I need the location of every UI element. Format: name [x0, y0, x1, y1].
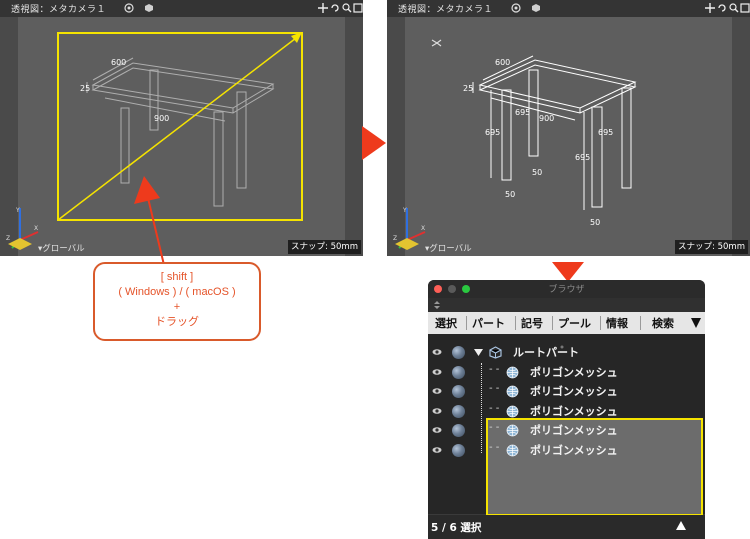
- right-arrow-icon: [362, 126, 386, 160]
- tree-row[interactable]: - - ポリゴンメッシュ: [428, 382, 705, 402]
- callout-line: [ shift ]: [160, 271, 194, 283]
- callout-line: +: [173, 301, 181, 313]
- browser-tabs: 選択 パート 記号 プール 情報 検索: [428, 312, 705, 334]
- eye-icon[interactable]: [432, 406, 442, 416]
- shift-drag-callout: [ shift ] ( Windows ) / ( macOS ) + ドラッグ: [93, 262, 261, 341]
- dim-label: 50: [532, 168, 543, 177]
- sphere-icon[interactable]: [452, 366, 465, 379]
- dim-label: 25: [463, 84, 474, 93]
- up-arrow-icon: [134, 176, 165, 266]
- tab-search[interactable]: 検索: [652, 315, 674, 332]
- sphere-icon[interactable]: [452, 385, 465, 398]
- dim-label: 695: [485, 128, 501, 137]
- selection-count: 5 / 6 選択: [431, 522, 482, 534]
- snap-status: スナップ: 50mm: [288, 240, 361, 254]
- coordinate-mode[interactable]: ▾グローバル: [425, 242, 472, 254]
- tree-connector: - -: [489, 403, 500, 414]
- tab-symbol[interactable]: 記号: [521, 315, 543, 332]
- scroll-indicator: [558, 334, 566, 349]
- tree-connector: - -: [489, 422, 500, 433]
- polygon-mesh-icon: [506, 424, 519, 437]
- dim-label: 600: [111, 58, 127, 67]
- svg-text:X: X: [34, 225, 38, 232]
- tree-row[interactable]: - - ポリゴンメッシュ: [428, 421, 705, 441]
- sphere-icon[interactable]: [452, 424, 465, 437]
- polygon-mesh-icon: [506, 444, 519, 457]
- axis-gizmo-icon: Y X Z: [6, 207, 39, 250]
- tab-separator: [466, 316, 467, 330]
- tree-connector: - -: [489, 442, 500, 453]
- tab-pool[interactable]: プール: [558, 315, 591, 332]
- eye-icon[interactable]: [432, 386, 442, 396]
- root-part-label: ルートパート: [513, 346, 579, 359]
- sphere-icon[interactable]: [452, 405, 465, 418]
- tree-connector: - -: [489, 383, 500, 394]
- tab-separator: [515, 316, 516, 330]
- dim-label: 50: [505, 190, 516, 199]
- viewport-left[interactable]: 透視図：メタカメラ１ 600 25 900 Y X Z ▾グローバル スナップ:…: [0, 0, 363, 256]
- eye-icon[interactable]: [432, 347, 442, 357]
- tab-select[interactable]: 選択: [435, 315, 457, 332]
- dim-label: 695: [515, 108, 531, 117]
- tab-separator: [640, 316, 641, 330]
- dim-label: 695: [598, 128, 614, 137]
- browser-titlebar: ブラウザ: [428, 280, 705, 298]
- tab-separator: [600, 316, 601, 330]
- triangle-down-icon[interactable]: [690, 316, 702, 330]
- mesh-label: ポリゴンメッシュ: [530, 424, 618, 437]
- mesh-label: ポリゴンメッシュ: [530, 444, 618, 457]
- tab-info[interactable]: 情報: [606, 315, 628, 332]
- table-wireframe-selected: [431, 39, 637, 210]
- tree-row[interactable]: - - ポリゴンメッシュ: [428, 441, 705, 461]
- svg-text:X: X: [421, 225, 425, 232]
- dim-label: 600: [495, 58, 511, 67]
- eye-icon[interactable]: [432, 445, 442, 455]
- polygon-mesh-icon: [506, 405, 519, 418]
- mesh-label: ポリゴンメッシュ: [530, 405, 618, 418]
- tree-guide: [481, 363, 483, 453]
- coordinate-mode[interactable]: ▾グローバル: [38, 242, 85, 254]
- tab-separator: [552, 316, 553, 330]
- tree-row-root[interactable]: ルートパート: [428, 343, 705, 363]
- svg-text:Y: Y: [402, 207, 407, 214]
- dim-label: 695: [575, 153, 591, 162]
- svg-text:Z: Z: [6, 235, 10, 242]
- mesh-label: ポリゴンメッシュ: [530, 366, 618, 379]
- triangle-up-icon[interactable]: [675, 520, 687, 531]
- tab-part[interactable]: パート: [472, 315, 505, 332]
- tree-row[interactable]: - - ポリゴンメッシュ: [428, 363, 705, 383]
- dim-label: 50: [590, 218, 601, 227]
- part-icon: [489, 346, 502, 359]
- eye-icon[interactable]: [432, 425, 442, 435]
- scroll-indicator: [558, 510, 566, 525]
- browser-tree[interactable]: ルートパート - - ポリゴンメッシュ - - ポリゴンメッシュ - - ポリゴ…: [428, 334, 705, 525]
- table-wireframe: [57, 32, 303, 221]
- svg-text:Y: Y: [15, 207, 20, 214]
- snap-status: スナップ: 50mm: [675, 240, 748, 254]
- callout-line: ( Windows ) / ( macOS ): [118, 286, 236, 298]
- axis-gizmo-icon: Y X Z: [393, 207, 426, 250]
- dim-label: 25: [80, 84, 91, 93]
- expanded-triangle-icon[interactable]: [474, 348, 483, 357]
- eye-icon[interactable]: [432, 367, 442, 377]
- callout-line: ドラッグ: [155, 316, 199, 328]
- updown-icon[interactable]: [432, 300, 442, 310]
- tree-connector: - -: [489, 364, 500, 375]
- polygon-mesh-icon: [506, 366, 519, 379]
- sphere-icon[interactable]: [452, 346, 465, 359]
- browser-footer: 5 / 6 選択: [428, 515, 705, 539]
- polygon-mesh-icon: [506, 385, 519, 398]
- browser-window: ブラウザ 選択 パート 記号 プール 情報 検索 ルートパート - - ポリゴン…: [428, 280, 705, 539]
- svg-text:Z: Z: [393, 235, 397, 242]
- browser-subbar: [428, 298, 705, 312]
- mesh-label: ポリゴンメッシュ: [530, 385, 618, 398]
- dim-label: 900: [539, 114, 555, 123]
- tree-row[interactable]: - - ポリゴンメッシュ: [428, 402, 705, 422]
- browser-title: ブラウザ: [548, 285, 585, 295]
- sphere-icon[interactable]: [452, 444, 465, 457]
- dim-label: 900: [154, 114, 170, 123]
- viewport-right[interactable]: 透視図：メタカメラ１ 600 25 695 900 695 50 695 50 …: [387, 0, 750, 256]
